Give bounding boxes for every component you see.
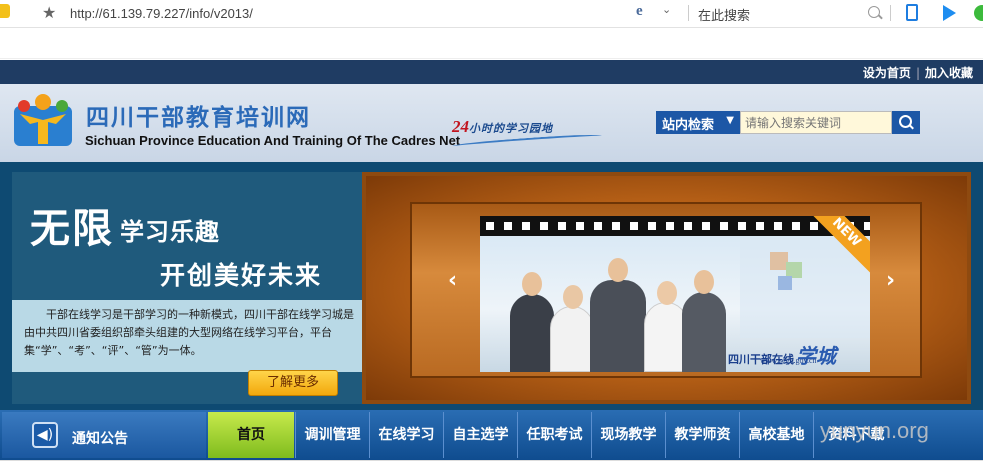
banner-intro-text: 干部在线学习是干部学习的一种新模式，四川干部在线学习城是由中共四川省委组织部牵头…: [12, 300, 362, 372]
search-input[interactable]: [740, 111, 892, 134]
film-hole: [774, 222, 782, 230]
slide-next-button[interactable]: ›: [886, 268, 895, 293]
site-subtitle: Sichuan Province Education And Training …: [85, 133, 461, 148]
set-home-link[interactable]: 设为首页: [863, 66, 911, 80]
film-hole: [702, 222, 710, 230]
chevron-down-icon: ▼: [726, 115, 734, 126]
film-hole: [648, 222, 656, 230]
film-hole: [792, 222, 800, 230]
link-separator: |: [915, 66, 920, 80]
slogan-number: 24: [452, 117, 469, 136]
toolbar-divider: [890, 5, 891, 21]
tab-edge-icon: [0, 4, 10, 18]
search-button[interactable]: [892, 111, 920, 134]
address-bar[interactable]: http://61.139.79.227/info/v2013/: [70, 6, 253, 21]
nav-item[interactable]: 高校基地: [739, 412, 813, 458]
top-links: 设为首页 | 加入收藏: [863, 64, 973, 81]
banner-headline-2: 开创美好未来: [160, 261, 323, 290]
film-hole: [684, 222, 692, 230]
watermark: yunyun.org: [820, 418, 929, 443]
nav-item[interactable]: 现场教学: [591, 412, 665, 458]
learn-more-button[interactable]: 了解更多: [248, 370, 338, 396]
slogan-text: 小时的学习园地: [469, 123, 553, 135]
nav-item-home[interactable]: 首页: [208, 412, 294, 458]
film-hole: [864, 222, 870, 230]
bottom-divider: [0, 460, 983, 465]
nav-item[interactable]: 自主选学: [443, 412, 517, 458]
film-hole: [720, 222, 728, 230]
play-icon[interactable]: [943, 5, 956, 21]
banner: 无限 学习乐趣 开创美好未来 干部在线学习是干部学习的一种新模式，四川干部在线学…: [0, 162, 983, 410]
browser-toolbar: ★ http://61.139.79.227/info/v2013/ e ⌄ 在…: [0, 0, 983, 28]
person-figure: [590, 258, 646, 372]
film-hole: [630, 222, 638, 230]
nav-item[interactable]: 调训管理: [295, 412, 369, 458]
film-hole: [576, 222, 584, 230]
person-figure: [682, 270, 726, 372]
slide-photo[interactable]: 四川干部在线 学城 www.scgb.gov.cn NEW: [480, 216, 870, 372]
banner-slideshow: ‹ › 四川干部在线 学城 www.scgb.gov.cn NEW: [362, 172, 971, 404]
banner-intro-panel: 无限 学习乐趣 开创美好未来 干部在线学习是干部学习的一种新模式，四川干部在线学…: [12, 172, 362, 404]
person-figure: [510, 272, 554, 372]
site-header: 四川干部教育培训网 Sichuan Province Education And…: [0, 84, 983, 162]
search-scope-label: 站内检索: [662, 118, 715, 133]
site-title[interactable]: 四川干部教育培训网: [86, 98, 311, 132]
site-top-strip: 设为首页 | 加入收藏: [0, 60, 983, 84]
slide-prev-button[interactable]: ‹: [448, 268, 457, 293]
banner-headline-rest: 学习乐趣: [120, 218, 220, 246]
film-hole: [810, 222, 818, 230]
person-figure: [550, 285, 594, 372]
dropdown-chevron-icon[interactable]: ⌄: [662, 3, 671, 16]
browser-tab-strip: [0, 28, 983, 59]
film-hole: [612, 222, 620, 230]
filmstrip-border: [480, 216, 870, 236]
slogan: 24小时的学习园地: [452, 117, 553, 137]
film-hole: [594, 222, 602, 230]
film-hole: [504, 222, 512, 230]
search-scope-select[interactable]: 站内检索 ▼: [656, 111, 740, 134]
ie-compat-icon[interactable]: e: [636, 3, 643, 20]
logo-icon[interactable]: [12, 92, 74, 150]
film-hole: [756, 222, 764, 230]
film-hole: [486, 222, 494, 230]
film-hole: [558, 222, 566, 230]
banner-headline-big: 无限: [30, 206, 114, 252]
photo-url: www.scgb.gov.cn: [760, 356, 817, 365]
notice-label: 通知公告: [72, 431, 128, 447]
nav-item[interactable]: 任职考试: [517, 412, 591, 458]
nav-item[interactable]: 在线学习: [369, 412, 443, 458]
nav-item[interactable]: 教学师资: [665, 412, 739, 458]
speaker-icon: ◀): [32, 422, 58, 448]
film-hole: [738, 222, 746, 230]
film-hole: [540, 222, 548, 230]
film-hole: [522, 222, 530, 230]
phone-icon[interactable]: [906, 4, 918, 21]
bookmark-link[interactable]: 加入收藏: [925, 66, 973, 80]
browser-search-input[interactable]: 在此搜索: [698, 5, 750, 24]
extension-icon[interactable]: [974, 5, 983, 21]
toolbar-divider: [688, 5, 689, 21]
bookmark-star-icon[interactable]: ★: [42, 3, 56, 22]
search-icon[interactable]: [868, 6, 880, 18]
notice-tab[interactable]: ◀) 通知公告: [2, 412, 206, 458]
film-hole: [666, 222, 674, 230]
